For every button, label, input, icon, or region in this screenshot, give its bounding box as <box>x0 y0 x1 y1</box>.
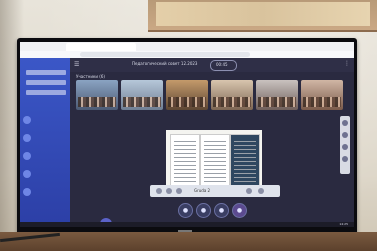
shared-document-page <box>230 134 260 188</box>
participant-tile[interactable] <box>211 80 253 110</box>
meeting-timer-pill: 00:45 <box>210 60 237 71</box>
browser-tab[interactable] <box>66 43 136 51</box>
participant-tile[interactable] <box>166 80 208 110</box>
sidebar-chat-icon[interactable] <box>23 170 31 178</box>
pointer-icon[interactable] <box>176 188 182 194</box>
browser-tab-bar <box>20 42 354 51</box>
tv-screen: ☰ Педагогический совет 12.2023 00:45 ⋮ У… <box>20 42 354 227</box>
microphone-button[interactable]: ● <box>196 203 211 218</box>
info-icon[interactable] <box>342 156 348 162</box>
menu-icon[interactable]: ☰ <box>74 61 79 68</box>
hand-icon[interactable] <box>342 120 348 126</box>
draw-icon[interactable] <box>166 188 172 194</box>
os-taskbar <box>20 222 354 227</box>
sidebar-chat-icon[interactable] <box>23 152 31 160</box>
meeting-title: Педагогический совет 12.2023 <box>132 61 198 66</box>
participant-tile[interactable] <box>301 80 343 110</box>
app-sidebar <box>20 58 70 227</box>
sidebar-chat-icon[interactable] <box>23 134 31 142</box>
people-icon[interactable] <box>342 144 348 150</box>
chat-icon[interactable] <box>342 132 348 138</box>
pause-share-icon[interactable] <box>156 188 162 194</box>
share-source-label: Gruda 2 <box>194 188 211 193</box>
more-options-icon[interactable]: ⋮ <box>344 60 350 67</box>
screen-share-control-bar: Gruda 2 <box>150 185 280 197</box>
sidebar-item[interactable] <box>26 70 66 75</box>
screen-share-view <box>166 130 262 192</box>
participant-tile[interactable] <box>121 80 163 110</box>
participants-label: Участники (6) <box>76 74 105 79</box>
participant-tile[interactable] <box>256 80 298 110</box>
settings-icon[interactable] <box>246 188 252 194</box>
camera-button[interactable]: ● <box>178 203 193 218</box>
meeting-top-bar: ☰ Педагогический совет 12.2023 00:45 ⋮ <box>70 58 354 72</box>
screen-share-button[interactable]: ● <box>214 203 229 218</box>
shared-document-page <box>170 134 200 188</box>
sidebar-chat-icon[interactable] <box>23 116 31 124</box>
stop-share-icon[interactable] <box>258 188 264 194</box>
participant-tile[interactable] <box>76 80 118 110</box>
sidebar-chat-icon[interactable] <box>23 188 31 196</box>
url-field[interactable] <box>80 52 250 57</box>
wall-painting <box>148 0 377 32</box>
right-tool-panel <box>340 116 350 174</box>
sidebar-item[interactable] <box>26 90 66 95</box>
taskbar-clock: 14:25 <box>339 222 348 226</box>
meeting-timer: 00:45 <box>216 62 228 67</box>
shared-document-page <box>200 134 230 188</box>
leave-call-button[interactable]: ● <box>232 203 247 218</box>
sidebar-item[interactable] <box>26 80 66 85</box>
meeting-window: ☰ Педагогический совет 12.2023 00:45 ⋮ У… <box>70 58 354 227</box>
